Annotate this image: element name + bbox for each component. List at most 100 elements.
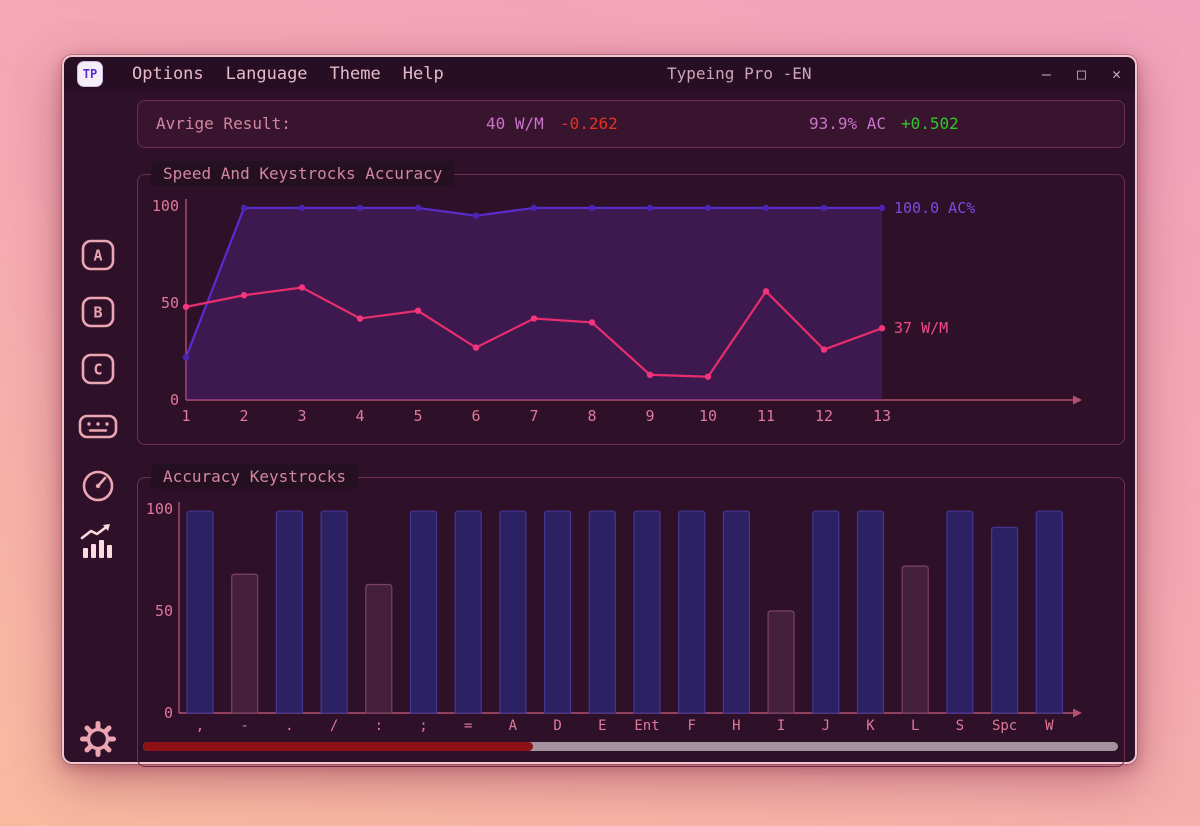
window-controls: – □ ✕: [1042, 57, 1121, 91]
accuracy-chart-panel: Accuracy Keystrocks 0 50 100, -. /:; = A D E Ent F…: [137, 464, 1125, 767]
letter-a-icon: A: [81, 239, 115, 271]
sidebar-item-speed-test[interactable]: [76, 464, 120, 508]
gear-icon: [80, 721, 116, 757]
bar-K: [856, 510, 885, 714]
sidebar-item-keyboard[interactable]: [76, 404, 120, 448]
result-bar: Avrige Result: 40 W/M -0.262 93.9% AC +0…: [137, 100, 1125, 148]
svg-text:W: W: [1045, 718, 1054, 734]
svg-text:4: 4: [355, 407, 364, 425]
svg-text:=: =: [464, 718, 472, 734]
svg-text:12: 12: [815, 407, 833, 425]
svg-text:13: 13: [873, 407, 891, 425]
bar-E: [588, 510, 616, 714]
svg-text:C: C: [93, 361, 102, 379]
bar-D: [544, 510, 572, 714]
svg-text:6: 6: [471, 407, 480, 425]
wpm-delta: -0.262: [560, 114, 618, 133]
menu-options[interactable]: Options: [132, 64, 204, 84]
progress-fill: [143, 742, 533, 751]
speed-line-chart: 0501001 2 3 4 5 6 7 8 9 10 11 12 13100.0 AC%37 W/M: [152, 197, 1082, 425]
titlebar[interactable]: TP Options Language Theme Help Typeing P…: [64, 57, 1135, 91]
close-button[interactable]: ✕: [1112, 65, 1121, 83]
svg-text:E: E: [598, 718, 606, 734]
menu-bar: Options Language Theme Help: [132, 57, 444, 91]
bar--: [231, 573, 259, 714]
svg-text:7: 7: [529, 407, 538, 425]
svg-text:S: S: [956, 718, 964, 734]
svg-text:;: ;: [419, 718, 427, 734]
svg-text:B: B: [93, 304, 102, 322]
result-label: Avrige Result:: [156, 114, 291, 133]
bar-L: [901, 565, 929, 714]
menu-language[interactable]: Language: [226, 64, 308, 84]
svg-text:J: J: [822, 718, 830, 734]
svg-text:10: 10: [699, 407, 717, 425]
svg-text:100: 100: [152, 197, 179, 215]
bar-:: [365, 583, 393, 714]
letter-c-icon: C: [81, 353, 115, 385]
svg-text:11: 11: [757, 407, 775, 425]
svg-text:A: A: [509, 718, 518, 734]
menu-help[interactable]: Help: [403, 64, 444, 84]
bar-H: [722, 510, 750, 714]
page: { "window": { "title": "Typeing Pro -EN"…: [0, 0, 1200, 826]
svg-text:.: .: [285, 718, 293, 734]
bar-=: [454, 510, 482, 714]
app-logo: TP: [77, 61, 103, 87]
maximize-button[interactable]: □: [1077, 65, 1086, 83]
sidebar-item-layout-a[interactable]: A: [76, 233, 120, 277]
bar-F: [678, 510, 706, 714]
svg-text:50: 50: [155, 602, 173, 620]
svg-text:L: L: [911, 718, 919, 734]
svg-text:37 W/M: 37 W/M: [894, 319, 948, 337]
bar-Spc: [991, 526, 1019, 714]
svg-text:1: 1: [181, 407, 190, 425]
bar-,: [186, 510, 214, 714]
svg-text:D: D: [553, 718, 561, 734]
svg-text:,: ,: [196, 718, 204, 734]
svg-text:5: 5: [413, 407, 422, 425]
window-title: Typeing Pro -EN: [667, 64, 812, 83]
bar-;: [409, 510, 438, 714]
svg-text:K: K: [866, 718, 875, 734]
keyboard-icon: [78, 414, 118, 439]
svg-text:Ent: Ent: [634, 718, 659, 734]
svg-text:9: 9: [645, 407, 654, 425]
svg-text:F: F: [687, 718, 695, 734]
wpm-value: 40 W/M: [486, 114, 544, 133]
menu-theme[interactable]: Theme: [330, 64, 381, 84]
sidebar-item-statistics[interactable]: [76, 520, 120, 564]
bar-S: [946, 510, 974, 714]
progress-bar: [143, 742, 1118, 751]
svg-text:/: /: [330, 718, 338, 734]
letter-b-icon: B: [81, 296, 115, 328]
bar-A: [499, 510, 527, 714]
sidebar-item-layout-c[interactable]: C: [76, 347, 120, 391]
stats-chart-icon: [80, 524, 112, 558]
svg-text:Spc: Spc: [992, 718, 1017, 734]
speed-chart-panel: Speed And Keystrocks Accuracy 0 50 100 1 2 3 4…: [137, 161, 1125, 445]
app-window: TP Options Language Theme Help Typeing P…: [62, 55, 1137, 767]
sidebar-item-settings[interactable]: [76, 717, 120, 761]
svg-text::: :: [375, 718, 383, 734]
bar-W: [1035, 510, 1063, 714]
bar-Ent: [633, 510, 661, 714]
bar-J: [812, 510, 840, 714]
accuracy-value: 93.9% AC: [809, 114, 887, 133]
bar-.: [275, 510, 303, 714]
svg-text:100: 100: [146, 500, 173, 518]
accuracy-bar-chart: 0 50 100, -. /:; = A D E Ent F H I J K L S Spc W: [146, 500, 1082, 734]
svg-text:A: A: [93, 247, 102, 265]
svg-text:2: 2: [239, 407, 248, 425]
svg-text:0: 0: [170, 391, 179, 409]
svg-text:H: H: [732, 718, 740, 734]
sidebar-item-layout-b[interactable]: B: [76, 290, 120, 334]
speedometer-icon: [82, 470, 114, 502]
minimize-button[interactable]: –: [1042, 65, 1051, 83]
svg-text:3: 3: [297, 407, 306, 425]
svg-text:I: I: [777, 718, 785, 734]
accuracy-delta: +0.502: [901, 114, 959, 133]
svg-text:8: 8: [587, 407, 596, 425]
bar-/: [320, 510, 348, 714]
svg-text:0: 0: [164, 704, 173, 722]
